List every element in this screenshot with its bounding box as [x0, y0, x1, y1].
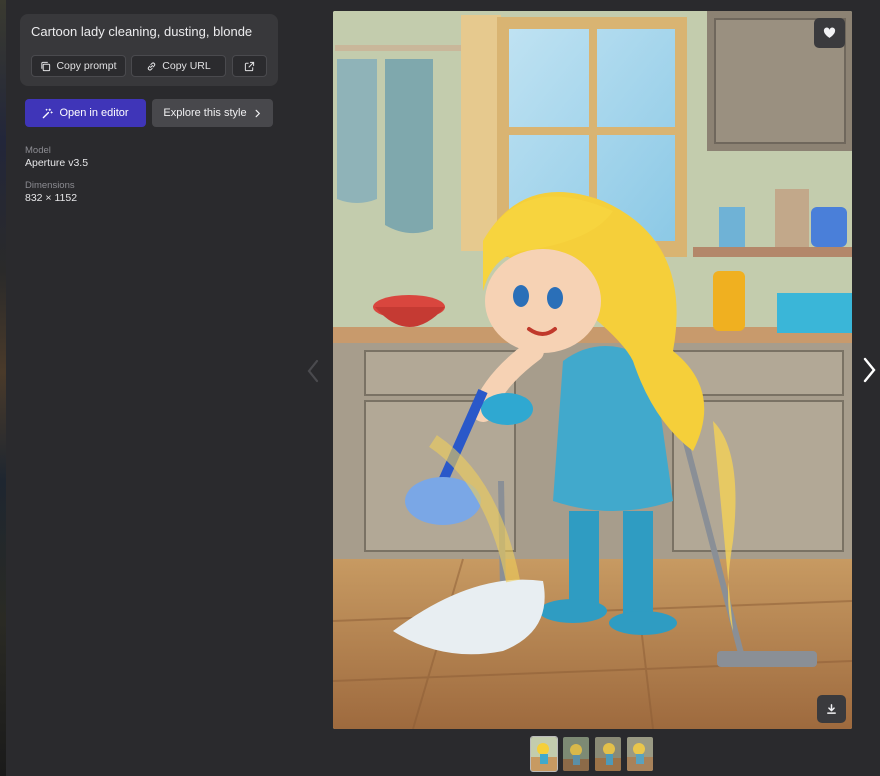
- chevron-left-icon: [307, 359, 319, 383]
- open-in-editor-label: Open in editor: [59, 107, 129, 119]
- dimensions-value: 832 × 1152: [25, 192, 78, 204]
- favorite-button[interactable]: [814, 18, 845, 48]
- next-image-button[interactable]: [858, 356, 880, 384]
- chevron-right-icon: [863, 357, 876, 383]
- heart-icon: [823, 27, 836, 38]
- copy-icon: [41, 61, 51, 71]
- model-value: Aperture v3.5: [25, 157, 89, 169]
- thumbnail-2[interactable]: [563, 737, 589, 771]
- copy-url-button[interactable]: Copy URL: [131, 55, 226, 77]
- thumbnail-image: [563, 737, 589, 771]
- thumbnail-1[interactable]: [530, 736, 558, 772]
- thumbnail-image: [595, 737, 621, 771]
- copy-prompt-button[interactable]: Copy prompt: [31, 55, 126, 77]
- explore-style-button[interactable]: Explore this style: [152, 99, 273, 127]
- open-external-button[interactable]: [232, 55, 267, 77]
- link-icon: [148, 62, 156, 70]
- chevron-right-icon: [255, 109, 260, 117]
- copy-url-label: Copy URL: [162, 60, 211, 72]
- thumbnail-image: [627, 737, 653, 771]
- magic-wand-icon: [43, 108, 54, 118]
- download-button[interactable]: [817, 695, 846, 723]
- prompt-card: Cartoon lady cleaning, dusting, blonde C…: [20, 14, 278, 86]
- previous-image-button[interactable]: [302, 358, 324, 384]
- thumbnail-4[interactable]: [627, 737, 653, 771]
- download-icon: [827, 704, 836, 714]
- cartoon-cleaning-illustration: [333, 11, 852, 729]
- model-label: Model: [25, 145, 51, 156]
- prompt-text: Cartoon lady cleaning, dusting, blonde: [31, 24, 253, 39]
- external-link-icon: [244, 61, 255, 71]
- open-in-editor-button[interactable]: Open in editor: [25, 99, 146, 127]
- thumbnail-3[interactable]: [595, 737, 621, 771]
- dimensions-label: Dimensions: [25, 180, 75, 191]
- explore-style-label: Explore this style: [163, 107, 247, 119]
- generated-image: [333, 11, 852, 729]
- copy-prompt-label: Copy prompt: [56, 60, 117, 72]
- thumbnail-image: [531, 737, 557, 771]
